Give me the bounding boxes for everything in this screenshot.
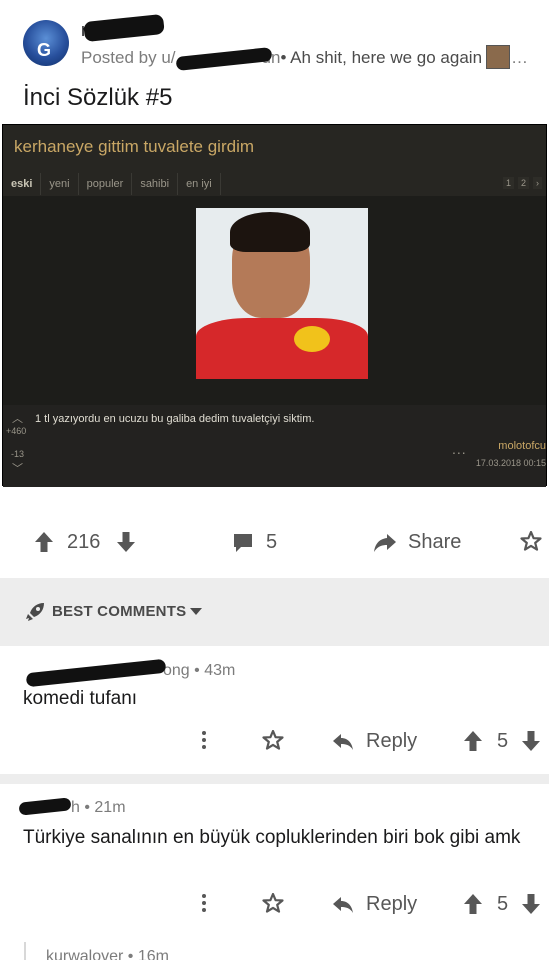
embed-author: molotofcu — [498, 440, 546, 452]
sort-label: BEST COMMENTS — [52, 603, 187, 620]
posted-by-label[interactable]: Posted by u/ — [81, 48, 176, 67]
reply-icon — [333, 896, 353, 913]
post-header: G r/ Posted by u/un• Ah shit, here we go… — [0, 0, 549, 124]
comment-award-button[interactable] — [262, 893, 284, 915]
flair-image — [486, 45, 510, 69]
reply-label: Reply — [366, 893, 418, 915]
embed-pagination: 1 2 › — [502, 177, 542, 189]
vote-score: 216 — [67, 531, 101, 553]
embed-upvote-icon: ︿ — [12, 413, 23, 425]
award-icon — [520, 531, 542, 551]
comment-divider — [0, 774, 549, 784]
comment-icon — [234, 533, 252, 552]
comment-reply-button[interactable]: Reply — [332, 730, 417, 753]
embed-downvote-icon: ﹀ — [12, 463, 23, 475]
comment-upvote-button[interactable] — [463, 730, 483, 752]
embed-entry-text: 1 tl yazıyordu en ucuzu bu galiba dedim … — [35, 413, 315, 425]
comment-downvote-button[interactable] — [521, 730, 541, 752]
thread-line — [24, 942, 26, 960]
subreddit-avatar[interactable]: G — [23, 20, 69, 66]
more-vertical-icon — [202, 894, 206, 912]
post-actions: 216 5 Share — [0, 515, 549, 571]
embed-title: kerhaneye gittim tuvalete girdim — [14, 137, 255, 156]
embed-tab: sahibi — [132, 173, 179, 195]
post-title[interactable]: İnci Sözlük #5 — [23, 84, 172, 112]
post-byline: Posted by u/un• Ah shit, here we go agai… — [81, 48, 482, 68]
comment-author-meta: ong • 43m — [163, 662, 236, 679]
share-label: Share — [408, 531, 462, 553]
comment-more-button[interactable] — [200, 893, 208, 913]
comment-count: 5 — [266, 531, 278, 553]
embed-date: 17.03.2018 00:15 — [475, 458, 546, 468]
post-image[interactable]: kerhaneye gittim tuvalete girdim eski ye… — [2, 124, 547, 487]
embed-header: kerhaneye gittim tuvalete girdim eski ye… — [3, 125, 546, 196]
upvote-icon — [464, 731, 482, 751]
embed-score-up: +460 — [6, 426, 27, 436]
share-button[interactable]: Share — [373, 531, 461, 554]
more-vertical-icon — [202, 731, 206, 749]
comment: h • 21m Türkiye sanalının en büyük coplu… — [0, 784, 549, 938]
comment-reply-button[interactable]: Reply — [332, 893, 417, 916]
comment-actions: Reply 5 — [0, 730, 549, 760]
reply-icon — [333, 733, 353, 750]
upvote-button[interactable] — [34, 531, 54, 553]
comment-score: 5 — [497, 893, 509, 915]
downvote-button[interactable] — [116, 531, 136, 553]
comment-body: Türkiye sanalının en büyük copluklerinde… — [23, 827, 521, 848]
comments-button[interactable]: 5 — [232, 531, 277, 554]
comment-downvote-button[interactable] — [521, 893, 541, 915]
embed-page: 2 — [517, 177, 529, 189]
embed-score-down: -13 — [11, 449, 25, 459]
downvote-icon — [117, 532, 135, 552]
embed-tab: yeni — [41, 173, 79, 195]
embed-tab: en iyi — [178, 173, 221, 195]
embed-tab: eski — [3, 173, 42, 195]
embed-entry-footer: ︿ +460 -13 ﹀ 1 tl yazıyordu en ucuzu bu … — [3, 405, 546, 487]
comment-score: 5 — [497, 730, 509, 752]
chevron-down-icon — [190, 608, 202, 615]
share-icon — [374, 533, 396, 552]
comment-upvote-button[interactable] — [463, 893, 483, 915]
comment-more-button[interactable] — [200, 730, 208, 750]
comment-award-button[interactable] — [262, 730, 284, 752]
comment-author-meta: h • 21m — [71, 799, 126, 816]
upvote-icon — [35, 532, 53, 552]
downvote-icon — [522, 894, 540, 914]
sort-comments-bar[interactable]: BEST COMMENTS — [0, 578, 549, 646]
comment-body: komedi tufanı — [23, 688, 138, 709]
flair-more: … — [511, 48, 528, 67]
comment: ong • 43m komedi tufanı Reply 5 — [0, 646, 549, 774]
embed-dots: ... — [452, 441, 467, 457]
award-icon — [262, 893, 284, 913]
flair-text: • Ah shit, here we go again — [280, 48, 483, 67]
award-icon — [262, 730, 284, 750]
embed-page: › — [533, 177, 542, 189]
reply-label: Reply — [366, 730, 418, 752]
embed-page: 1 — [502, 177, 514, 189]
downvote-icon — [522, 731, 540, 751]
embed-tab: populer — [79, 173, 133, 195]
comment-meta: kurwalover • 16m — [46, 948, 169, 960]
embed-photo — [196, 208, 368, 379]
rocket-icon — [26, 603, 44, 621]
redaction-mark — [83, 13, 165, 43]
award-button[interactable] — [520, 531, 542, 553]
upvote-icon — [464, 894, 482, 914]
comment-actions: Reply 5 — [0, 893, 549, 923]
embed-tabs: eski yeni populer sahibi en iyi — [3, 173, 221, 195]
